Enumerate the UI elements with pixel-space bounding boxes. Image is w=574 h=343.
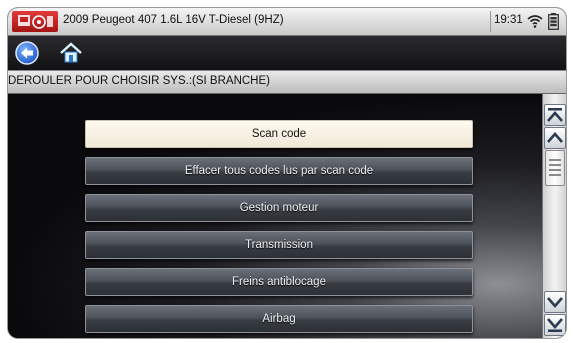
menu-item-clear-codes[interactable]: Effacer tous codes lus par scan code xyxy=(85,157,473,185)
line-down-icon xyxy=(547,297,563,308)
page-down-icon xyxy=(547,318,563,332)
back-icon xyxy=(15,41,39,65)
home-button[interactable] xyxy=(58,40,84,66)
vehicle-title: 2009 Peugeot 407 1.6L 16V T-Diesel (9HZ) xyxy=(63,14,284,26)
status-divider xyxy=(490,11,491,32)
battery-icon xyxy=(548,13,559,35)
wifi-icon xyxy=(527,13,543,34)
menu-item-transmission[interactable]: Transmission xyxy=(85,231,473,259)
page-up-icon xyxy=(547,108,563,122)
device-frame: 2009 Peugeot 407 1.6L 16V T-Diesel (9HZ)… xyxy=(0,0,574,343)
vehicle-logo-icon xyxy=(12,11,58,32)
menu-item-engine-management[interactable]: Gestion moteur xyxy=(85,194,473,222)
line-up-icon xyxy=(547,132,563,143)
line-down-button[interactable] xyxy=(544,291,566,313)
system-menu-list: Scan code Effacer tous codes lus par sca… xyxy=(8,94,542,338)
page-down-button[interactable] xyxy=(544,314,566,336)
instruction-text: DEROULER POUR CHOISIR SYS.:(SI BRANCHE) xyxy=(8,75,270,87)
scrollbar-thumb[interactable] xyxy=(545,150,565,186)
home-icon xyxy=(60,42,82,63)
title-bar: 2009 Peugeot 407 1.6L 16V T-Diesel (9HZ)… xyxy=(8,8,566,36)
clock: 19:31 xyxy=(494,14,523,26)
back-button[interactable] xyxy=(14,40,40,66)
instruction-bar: DEROULER POUR CHOISIR SYS.:(SI BRANCHE) xyxy=(8,70,566,94)
menu-item-airbag[interactable]: Airbag xyxy=(85,305,473,333)
menu-item-abs[interactable]: Freins antiblocage xyxy=(85,268,473,296)
screen: 2009 Peugeot 407 1.6L 16V T-Diesel (9HZ)… xyxy=(8,8,566,338)
scrollbar[interactable] xyxy=(542,94,566,338)
toolbar xyxy=(8,36,566,70)
menu-item-scan-code[interactable]: Scan code xyxy=(85,120,473,148)
line-up-button[interactable] xyxy=(544,127,566,149)
page-up-button[interactable] xyxy=(544,104,566,126)
